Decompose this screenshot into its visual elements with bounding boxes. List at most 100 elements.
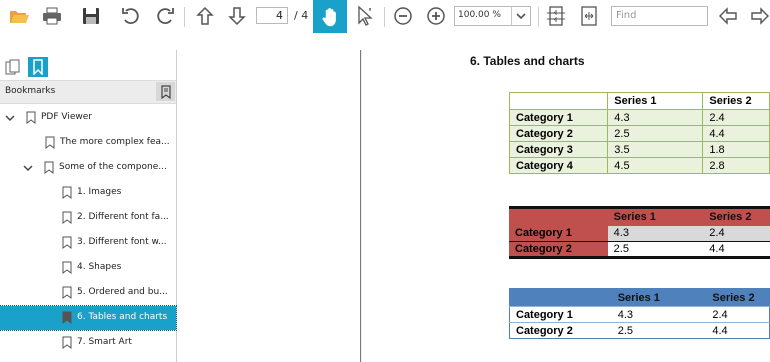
bookmark-icon [62, 286, 72, 299]
table-row: Category 1 4.3 2.4 [509, 225, 770, 242]
bookmark-label: Some of the compone... [59, 162, 167, 172]
bookmark-label: 7. Smart Art [77, 337, 132, 347]
arrow-down-icon[interactable] [224, 3, 250, 29]
bookmark-label: 2. Different font fa... [77, 212, 169, 222]
page-edge [360, 50, 361, 362]
bookmark-label: The more complex fea... [60, 137, 170, 147]
pages-panel-tab[interactable] [4, 58, 22, 76]
table-cell: 4.4 [702, 125, 770, 142]
table-cell: Category 1 [509, 306, 612, 323]
zoom-in-icon[interactable] [423, 3, 449, 29]
rotate-counterclockwise-icon[interactable] [118, 3, 144, 29]
bookmark-item-shapes[interactable]: 4. Shapes [0, 256, 176, 280]
page-total: / 4 [294, 9, 309, 22]
red-table: Series 1 Series 2 Category 1 4.3 2.4 Cat… [509, 206, 770, 259]
table-cell: Category 1 [508, 109, 609, 126]
bookmark-item[interactable]: 5. Ordered and bu... [0, 281, 176, 305]
table-cell: 4.4 [703, 241, 770, 258]
page-number-input[interactable]: 4 [256, 7, 288, 24]
bookmark-label: 5. Ordered and bu... [77, 287, 168, 297]
table-header-cell: Series 2 [706, 288, 770, 307]
fit-page-icon[interactable] [543, 3, 569, 29]
bookmark-item-pdf-viewer[interactable]: PDF Viewer [0, 106, 176, 130]
table-header-cell: Series 1 [607, 92, 704, 110]
table-row: Category 2 2.5 4.4 [508, 125, 770, 142]
zoom-select[interactable]: 100.00 % [454, 6, 531, 26]
table-cell: 3.5 [607, 141, 704, 158]
table-cell: 4.4 [706, 322, 770, 339]
bookmark-icon [62, 236, 72, 249]
bookmark-icon [44, 161, 54, 174]
table-cell: 2.4 [702, 109, 770, 126]
table-cell: 2.4 [703, 225, 770, 242]
table-cell: 4.5 [607, 157, 704, 174]
fit-width-icon[interactable] [576, 3, 602, 29]
pages-icon [5, 59, 20, 75]
bookmark-icon [62, 186, 72, 199]
table-cell: Category 2 [509, 241, 608, 258]
table-cell: Category 2 [508, 125, 609, 142]
table-row: Category 3 3.5 1.8 [508, 141, 770, 158]
bookmark-item-tables-and-charts[interactable]: 6. Tables and charts [0, 305, 177, 331]
table-cell: 2.5 [611, 322, 707, 339]
table-cell: Category 2 [509, 322, 612, 339]
find-next-icon[interactable] [747, 3, 770, 29]
table-cell: 2.5 [607, 125, 704, 142]
bookmark-item-smart-art[interactable]: 7. Smart Art [0, 331, 176, 355]
chevron-down-icon[interactable] [4, 112, 16, 124]
table-row: Category 2 2.5 4.4 [509, 241, 770, 258]
table-cell: Category 3 [508, 141, 609, 158]
table-header-cell: Series 2 [703, 207, 770, 226]
bookmark-item[interactable]: 2. Different font fa... [0, 206, 176, 230]
find-input[interactable]: Find [611, 6, 708, 26]
bookmark-icon [62, 261, 72, 274]
table-header-row: Series 1 Series 2 [509, 288, 770, 307]
bookmark-label: 1. Images [77, 187, 122, 197]
toolbar-separator [184, 7, 185, 27]
table-cell: 2.4 [706, 306, 770, 323]
select-tool-icon[interactable] [352, 3, 378, 29]
table-cell: 4.3 [607, 109, 704, 126]
toolbar-separator [384, 7, 385, 27]
table-cell: 2.8 [702, 157, 770, 174]
blue-table: Series 1 Series 2 Category 1 4.3 2.4 Cat… [509, 288, 770, 339]
table-cell [508, 92, 609, 110]
bookmark-item-images[interactable]: 1. Images [0, 181, 176, 205]
bookmark-icon [33, 59, 43, 75]
table-cell: 4.3 [607, 225, 704, 242]
table-header-cell: Series 1 [607, 207, 704, 226]
hand-tool-icon[interactable] [313, 0, 347, 33]
bookmark-icon [26, 111, 36, 124]
bookmark-icon [62, 311, 72, 324]
table-cell: 2.5 [607, 241, 704, 258]
print-icon[interactable] [39, 3, 65, 29]
table-cell: Category 4 [508, 157, 609, 174]
bookmark-icon [62, 211, 72, 224]
bookmark-item[interactable]: Some of the compone... [0, 156, 176, 180]
table-header-row: Series 1 Series 2 [509, 207, 770, 226]
rotate-clockwise-icon[interactable] [152, 3, 178, 29]
zoom-out-icon[interactable] [390, 3, 416, 29]
find-previous-icon[interactable] [715, 3, 741, 29]
table-header-row: Series 1 Series 2 [508, 92, 770, 110]
document-view[interactable]: 6. Tables and charts Series 1 Series 2 C… [182, 50, 770, 362]
table-cell [509, 207, 608, 226]
toolbar-separator [538, 7, 539, 27]
table-row: Category 1 4.3 2.4 [508, 109, 770, 126]
chevron-down-icon[interactable] [22, 162, 34, 174]
open-folder-icon[interactable] [6, 3, 32, 29]
chevron-down-icon[interactable] [511, 7, 530, 25]
table-header-cell: Series 1 [611, 288, 707, 307]
table-cell: 4.3 [611, 306, 707, 323]
table-row: Category 1 4.3 2.4 [509, 306, 770, 323]
save-icon[interactable] [78, 3, 104, 29]
bookmarks-panel-tab[interactable] [28, 57, 48, 77]
bookmark-options-icon[interactable] [156, 82, 175, 101]
bookmark-label: 3. Different font w... [77, 237, 167, 247]
bookmark-item[interactable]: 3. Different font w... [0, 231, 176, 255]
arrow-up-icon[interactable] [192, 3, 218, 29]
table-cell [509, 288, 612, 307]
bookmark-icon [45, 136, 55, 149]
green-table: Series 1 Series 2 Category 1 4.3 2.4 Cat… [508, 92, 770, 174]
bookmark-item[interactable]: The more complex fea... [0, 131, 176, 155]
